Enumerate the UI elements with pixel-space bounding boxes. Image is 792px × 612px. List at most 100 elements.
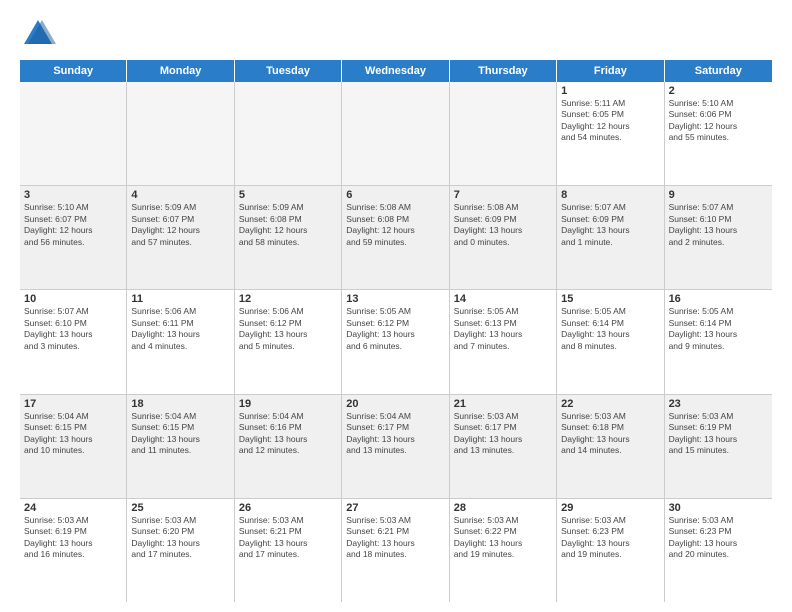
- day-cell-14: 14Sunrise: 5:05 AM Sunset: 6:13 PM Dayli…: [450, 290, 557, 393]
- day-number: 14: [454, 293, 552, 305]
- day-number: 5: [239, 189, 337, 201]
- day-info: Sunrise: 5:04 AM Sunset: 6:17 PM Dayligh…: [346, 411, 444, 457]
- empty-cell: [235, 82, 342, 185]
- day-info: Sunrise: 5:09 AM Sunset: 6:07 PM Dayligh…: [131, 202, 229, 248]
- day-cell-1: 1Sunrise: 5:11 AM Sunset: 6:05 PM Daylig…: [557, 82, 664, 185]
- logo: [20, 16, 60, 52]
- day-number: 18: [131, 398, 229, 410]
- day-info: Sunrise: 5:04 AM Sunset: 6:15 PM Dayligh…: [131, 411, 229, 457]
- day-cell-19: 19Sunrise: 5:04 AM Sunset: 6:16 PM Dayli…: [235, 395, 342, 498]
- day-cell-24: 24Sunrise: 5:03 AM Sunset: 6:19 PM Dayli…: [20, 499, 127, 602]
- header-day-tuesday: Tuesday: [235, 60, 342, 82]
- calendar-row-1: 1Sunrise: 5:11 AM Sunset: 6:05 PM Daylig…: [20, 82, 772, 186]
- day-number: 2: [669, 85, 768, 97]
- day-cell-9: 9Sunrise: 5:07 AM Sunset: 6:10 PM Daylig…: [665, 186, 772, 289]
- day-info: Sunrise: 5:06 AM Sunset: 6:12 PM Dayligh…: [239, 306, 337, 352]
- day-cell-28: 28Sunrise: 5:03 AM Sunset: 6:22 PM Dayli…: [450, 499, 557, 602]
- day-info: Sunrise: 5:05 AM Sunset: 6:14 PM Dayligh…: [669, 306, 768, 352]
- day-info: Sunrise: 5:03 AM Sunset: 6:17 PM Dayligh…: [454, 411, 552, 457]
- day-number: 12: [239, 293, 337, 305]
- day-cell-7: 7Sunrise: 5:08 AM Sunset: 6:09 PM Daylig…: [450, 186, 557, 289]
- day-cell-2: 2Sunrise: 5:10 AM Sunset: 6:06 PM Daylig…: [665, 82, 772, 185]
- day-info: Sunrise: 5:04 AM Sunset: 6:16 PM Dayligh…: [239, 411, 337, 457]
- day-number: 23: [669, 398, 768, 410]
- header-day-saturday: Saturday: [665, 60, 772, 82]
- day-info: Sunrise: 5:07 AM Sunset: 6:10 PM Dayligh…: [24, 306, 122, 352]
- day-number: 29: [561, 502, 659, 514]
- empty-cell: [450, 82, 557, 185]
- day-number: 24: [24, 502, 122, 514]
- day-cell-3: 3Sunrise: 5:10 AM Sunset: 6:07 PM Daylig…: [20, 186, 127, 289]
- day-number: 1: [561, 85, 659, 97]
- header: [20, 16, 772, 52]
- day-cell-18: 18Sunrise: 5:04 AM Sunset: 6:15 PM Dayli…: [127, 395, 234, 498]
- day-number: 15: [561, 293, 659, 305]
- day-number: 8: [561, 189, 659, 201]
- day-cell-4: 4Sunrise: 5:09 AM Sunset: 6:07 PM Daylig…: [127, 186, 234, 289]
- calendar-row-2: 3Sunrise: 5:10 AM Sunset: 6:07 PM Daylig…: [20, 186, 772, 290]
- day-number: 4: [131, 189, 229, 201]
- day-number: 21: [454, 398, 552, 410]
- day-info: Sunrise: 5:03 AM Sunset: 6:21 PM Dayligh…: [239, 515, 337, 561]
- day-info: Sunrise: 5:07 AM Sunset: 6:09 PM Dayligh…: [561, 202, 659, 248]
- day-cell-27: 27Sunrise: 5:03 AM Sunset: 6:21 PM Dayli…: [342, 499, 449, 602]
- day-info: Sunrise: 5:04 AM Sunset: 6:15 PM Dayligh…: [24, 411, 122, 457]
- day-number: 20: [346, 398, 444, 410]
- day-info: Sunrise: 5:05 AM Sunset: 6:13 PM Dayligh…: [454, 306, 552, 352]
- day-cell-8: 8Sunrise: 5:07 AM Sunset: 6:09 PM Daylig…: [557, 186, 664, 289]
- day-cell-25: 25Sunrise: 5:03 AM Sunset: 6:20 PM Dayli…: [127, 499, 234, 602]
- page: SundayMondayTuesdayWednesdayThursdayFrid…: [0, 0, 792, 612]
- day-number: 28: [454, 502, 552, 514]
- day-info: Sunrise: 5:05 AM Sunset: 6:14 PM Dayligh…: [561, 306, 659, 352]
- calendar-body: 1Sunrise: 5:11 AM Sunset: 6:05 PM Daylig…: [20, 82, 772, 602]
- day-info: Sunrise: 5:03 AM Sunset: 6:23 PM Dayligh…: [669, 515, 768, 561]
- day-cell-16: 16Sunrise: 5:05 AM Sunset: 6:14 PM Dayli…: [665, 290, 772, 393]
- calendar-row-4: 17Sunrise: 5:04 AM Sunset: 6:15 PM Dayli…: [20, 395, 772, 499]
- day-info: Sunrise: 5:06 AM Sunset: 6:11 PM Dayligh…: [131, 306, 229, 352]
- day-number: 19: [239, 398, 337, 410]
- day-info: Sunrise: 5:08 AM Sunset: 6:08 PM Dayligh…: [346, 202, 444, 248]
- day-info: Sunrise: 5:03 AM Sunset: 6:22 PM Dayligh…: [454, 515, 552, 561]
- header-day-friday: Friday: [557, 60, 664, 82]
- header-day-sunday: Sunday: [20, 60, 127, 82]
- day-info: Sunrise: 5:10 AM Sunset: 6:06 PM Dayligh…: [669, 98, 768, 144]
- header-day-monday: Monday: [127, 60, 234, 82]
- day-number: 26: [239, 502, 337, 514]
- day-cell-21: 21Sunrise: 5:03 AM Sunset: 6:17 PM Dayli…: [450, 395, 557, 498]
- day-number: 10: [24, 293, 122, 305]
- day-number: 3: [24, 189, 122, 201]
- calendar: SundayMondayTuesdayWednesdayThursdayFrid…: [20, 60, 772, 602]
- day-info: Sunrise: 5:08 AM Sunset: 6:09 PM Dayligh…: [454, 202, 552, 248]
- day-info: Sunrise: 5:03 AM Sunset: 6:21 PM Dayligh…: [346, 515, 444, 561]
- day-number: 17: [24, 398, 122, 410]
- calendar-row-5: 24Sunrise: 5:03 AM Sunset: 6:19 PM Dayli…: [20, 499, 772, 602]
- day-cell-30: 30Sunrise: 5:03 AM Sunset: 6:23 PM Dayli…: [665, 499, 772, 602]
- day-cell-22: 22Sunrise: 5:03 AM Sunset: 6:18 PM Dayli…: [557, 395, 664, 498]
- logo-icon: [20, 16, 56, 52]
- empty-cell: [20, 82, 127, 185]
- day-cell-5: 5Sunrise: 5:09 AM Sunset: 6:08 PM Daylig…: [235, 186, 342, 289]
- day-number: 27: [346, 502, 444, 514]
- day-number: 7: [454, 189, 552, 201]
- day-cell-6: 6Sunrise: 5:08 AM Sunset: 6:08 PM Daylig…: [342, 186, 449, 289]
- day-number: 6: [346, 189, 444, 201]
- day-cell-23: 23Sunrise: 5:03 AM Sunset: 6:19 PM Dayli…: [665, 395, 772, 498]
- day-cell-12: 12Sunrise: 5:06 AM Sunset: 6:12 PM Dayli…: [235, 290, 342, 393]
- day-info: Sunrise: 5:03 AM Sunset: 6:19 PM Dayligh…: [24, 515, 122, 561]
- day-cell-11: 11Sunrise: 5:06 AM Sunset: 6:11 PM Dayli…: [127, 290, 234, 393]
- day-number: 30: [669, 502, 768, 514]
- day-info: Sunrise: 5:11 AM Sunset: 6:05 PM Dayligh…: [561, 98, 659, 144]
- day-info: Sunrise: 5:10 AM Sunset: 6:07 PM Dayligh…: [24, 202, 122, 248]
- day-cell-13: 13Sunrise: 5:05 AM Sunset: 6:12 PM Dayli…: [342, 290, 449, 393]
- empty-cell: [127, 82, 234, 185]
- day-info: Sunrise: 5:03 AM Sunset: 6:23 PM Dayligh…: [561, 515, 659, 561]
- day-info: Sunrise: 5:07 AM Sunset: 6:10 PM Dayligh…: [669, 202, 768, 248]
- header-day-wednesday: Wednesday: [342, 60, 449, 82]
- day-cell-29: 29Sunrise: 5:03 AM Sunset: 6:23 PM Dayli…: [557, 499, 664, 602]
- day-cell-15: 15Sunrise: 5:05 AM Sunset: 6:14 PM Dayli…: [557, 290, 664, 393]
- day-cell-26: 26Sunrise: 5:03 AM Sunset: 6:21 PM Dayli…: [235, 499, 342, 602]
- day-info: Sunrise: 5:03 AM Sunset: 6:18 PM Dayligh…: [561, 411, 659, 457]
- day-number: 22: [561, 398, 659, 410]
- calendar-header: SundayMondayTuesdayWednesdayThursdayFrid…: [20, 60, 772, 82]
- day-info: Sunrise: 5:05 AM Sunset: 6:12 PM Dayligh…: [346, 306, 444, 352]
